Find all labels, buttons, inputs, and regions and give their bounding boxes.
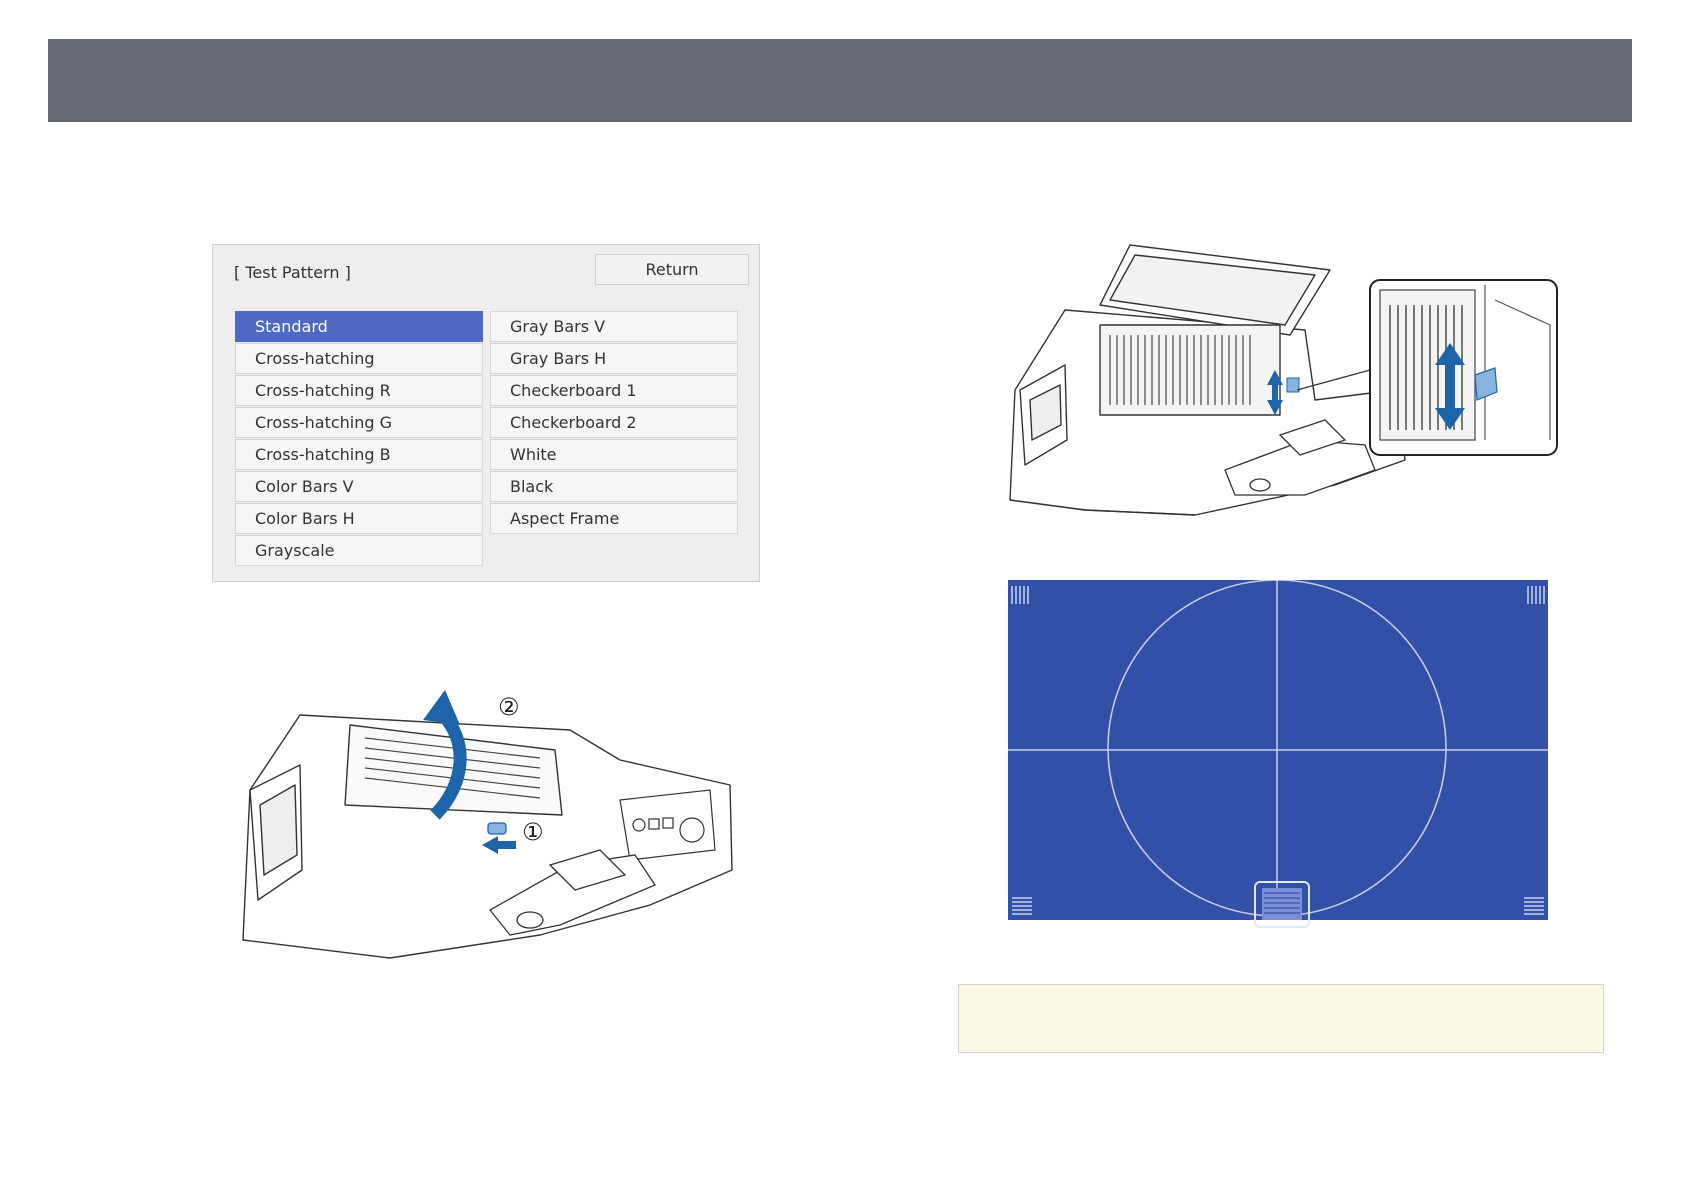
step-2-label: ②	[498, 693, 520, 721]
pattern-item-standard[interactable]: Standard	[235, 311, 483, 342]
pattern-item-gray-bars-v[interactable]: Gray Bars V	[490, 311, 738, 342]
test-pattern-menu: [ Test Pattern ] Return Standard Cross-h…	[212, 244, 760, 582]
pattern-item-gray-bars-h[interactable]: Gray Bars H	[490, 343, 738, 374]
pattern-item-cross-hatching-g[interactable]: Cross-hatching G	[235, 407, 483, 438]
pattern-item-aspect-frame[interactable]: Aspect Frame	[490, 503, 738, 534]
pattern-item-black[interactable]: Black	[490, 471, 738, 502]
pattern-item-checkerboard-2[interactable]: Checkerboard 2	[490, 407, 738, 438]
pattern-item-white[interactable]: White	[490, 439, 738, 470]
note-box	[958, 984, 1604, 1053]
pattern-list-right: Gray Bars V Gray Bars H Checkerboard 1 C…	[490, 311, 738, 535]
test-pattern-title: [ Test Pattern ]	[234, 263, 351, 282]
pattern-item-color-bars-v[interactable]: Color Bars V	[235, 471, 483, 502]
pattern-list-left: Standard Cross-hatching Cross-hatching R…	[235, 311, 483, 567]
projector-filter-illustration	[1009, 244, 1558, 516]
return-button[interactable]: Return	[595, 254, 749, 285]
pattern-item-grayscale[interactable]: Grayscale	[235, 535, 483, 566]
pattern-item-cross-hatching[interactable]: Cross-hatching	[235, 343, 483, 374]
step-1-label: ①	[522, 818, 544, 846]
pattern-item-checkerboard-1[interactable]: Checkerboard 1	[490, 375, 738, 406]
header-bar	[48, 39, 1632, 122]
test-pattern-preview	[1008, 580, 1548, 928]
pattern-item-color-bars-h[interactable]: Color Bars H	[235, 503, 483, 534]
pattern-item-cross-hatching-b[interactable]: Cross-hatching B	[235, 439, 483, 470]
projector-cover-illustration: ② ①	[242, 690, 733, 959]
pattern-item-cross-hatching-r[interactable]: Cross-hatching R	[235, 375, 483, 406]
